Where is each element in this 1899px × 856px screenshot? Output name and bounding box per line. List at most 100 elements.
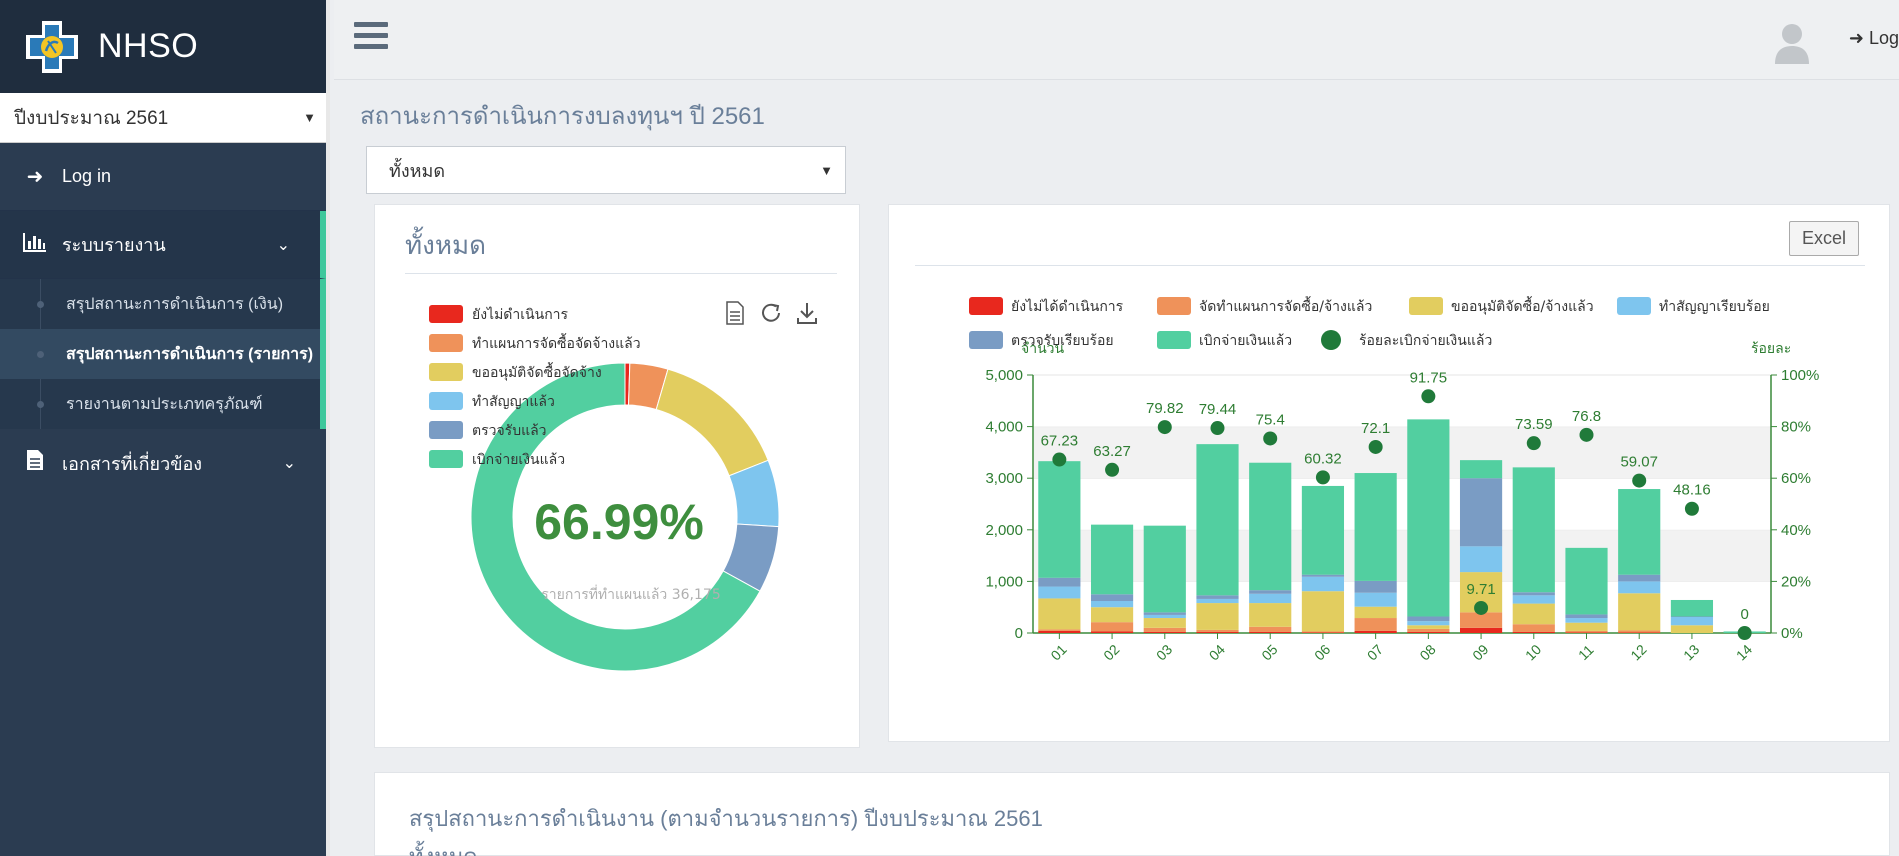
fiscal-year-select[interactable]: ปีงบประมาณ 2561 ▼ bbox=[0, 93, 326, 143]
bar-segment bbox=[1618, 489, 1661, 575]
summary-subtitle: ทั้งหมด bbox=[409, 839, 478, 856]
sidebar-item-status-money[interactable]: สรุปสถานะการดำเนินการ (เงิน) bbox=[0, 279, 320, 329]
x-tick-label: 08 bbox=[1416, 641, 1438, 663]
sidebar-item-reports[interactable]: ระบบรายงาน ⌄ bbox=[0, 211, 326, 279]
legend-swatch bbox=[969, 297, 1003, 315]
legend-label: ทำสัญญาเรียบร้อย bbox=[1659, 299, 1770, 315]
percent-label: 48.16 bbox=[1673, 482, 1711, 499]
legend-swatch bbox=[429, 363, 463, 381]
bar-segment bbox=[1196, 603, 1239, 630]
donut-panel-title: ทั้งหมด bbox=[405, 230, 486, 260]
bar-segment bbox=[1670, 599, 1714, 617]
bar-chart-panel: ยังไม่ได้ดำเนินการ จัดทำแผนการจัดซื้อ/จ้า… bbox=[888, 204, 1890, 742]
sidebar-reports-label: ระบบรายงาน bbox=[62, 235, 166, 255]
bar-segment bbox=[1038, 586, 1081, 599]
legend-swatch bbox=[969, 331, 1003, 349]
x-tick-label: 06 bbox=[1311, 641, 1333, 663]
bar-chart-icon bbox=[20, 231, 50, 259]
legend-label: ขออนุมัติจัดซื้อจัดจ้าง bbox=[472, 362, 602, 381]
percent-label: 59.07 bbox=[1620, 454, 1658, 471]
donut-chart-panel: ทั้งหมด ยังไม่ดำเนินการ ทำแผนการจัดซื้อจั… bbox=[374, 204, 860, 748]
sign-in-icon: ➜ bbox=[1848, 28, 1864, 48]
bar-segment bbox=[1407, 625, 1450, 629]
bar-segment bbox=[1670, 625, 1714, 633]
y-tick-label: 2,000 bbox=[985, 522, 1023, 539]
y-axis-label: จำนวน bbox=[1021, 341, 1064, 357]
y-tick-label: 0 bbox=[1015, 625, 1023, 642]
bar-segment bbox=[1354, 592, 1397, 607]
bar-segment bbox=[1512, 467, 1555, 593]
sidebar: NHSO ปีงบประมาณ 2561 ▼ ➜ Log in ระบบรายง… bbox=[0, 0, 330, 856]
x-tick-label: 11 bbox=[1575, 641, 1597, 663]
x-tick-label: 13 bbox=[1680, 641, 1702, 663]
percent-label: 63.27 bbox=[1093, 443, 1131, 460]
legend-swatch bbox=[429, 305, 463, 323]
bar-segment bbox=[1143, 627, 1186, 632]
bar-segment bbox=[1143, 525, 1186, 613]
bar-segment bbox=[1249, 462, 1292, 591]
summary-title: สรุปสถานะการดำเนินงาน (ตามจำนวนรายการ) ป… bbox=[409, 806, 1043, 831]
x-tick-label: 03 bbox=[1153, 641, 1175, 663]
percent-dot bbox=[1632, 473, 1647, 488]
brand-header[interactable]: NHSO bbox=[0, 0, 326, 93]
legend-label: จัดทำแผนการจัดซื้อ/จ้างแล้ว bbox=[1199, 296, 1372, 315]
bar-segment bbox=[1354, 618, 1397, 631]
bar-segment bbox=[1512, 595, 1555, 604]
y2-tick-label: 60% bbox=[1781, 470, 1811, 487]
bar-segment bbox=[1618, 630, 1661, 633]
user-avatar-icon[interactable] bbox=[1773, 20, 1811, 64]
bar-segment bbox=[1565, 622, 1608, 631]
percent-dot bbox=[1421, 389, 1436, 404]
bar-segment bbox=[1143, 618, 1186, 628]
donut-center-percent: 66.99% bbox=[534, 494, 704, 550]
x-tick-label: 01 bbox=[1047, 641, 1069, 663]
bar-segment bbox=[1196, 631, 1239, 633]
bar-segment bbox=[1301, 591, 1345, 632]
percent-label: 75.4 bbox=[1256, 411, 1285, 428]
x-tick-label: 05 bbox=[1258, 641, 1280, 663]
sidebar-item-status-items[interactable]: สรุปสถานะการดำเนินการ (รายการ) bbox=[0, 329, 320, 379]
bar-segment bbox=[1618, 581, 1661, 594]
sidebar-item-login[interactable]: ➜ Log in bbox=[0, 143, 326, 211]
bar-segment bbox=[1038, 461, 1081, 578]
legend-dot bbox=[1321, 330, 1341, 350]
percent-label: 67.23 bbox=[1041, 433, 1079, 450]
bar-segment bbox=[1459, 460, 1503, 479]
bar-segment bbox=[1354, 606, 1397, 619]
bar-segment bbox=[1090, 622, 1134, 632]
brand-name: NHSO bbox=[98, 27, 199, 65]
bar-segment bbox=[1565, 630, 1608, 633]
hamburger-menu-icon[interactable] bbox=[354, 22, 388, 52]
percent-label: 72.1 bbox=[1361, 420, 1390, 437]
percent-label: 79.82 bbox=[1146, 400, 1184, 417]
bar-segment bbox=[1354, 630, 1397, 633]
sidebar-item-documents[interactable]: เอกสารที่เกี่ยวข้อง ⌄ bbox=[0, 429, 326, 497]
y2-tick-label: 100% bbox=[1781, 367, 1819, 384]
bar-segment bbox=[1565, 632, 1608, 633]
bar-segment bbox=[1249, 631, 1292, 633]
bar-segment bbox=[1512, 592, 1555, 596]
scope-select[interactable]: ทั้งหมด ▼ bbox=[366, 146, 846, 194]
y-tick-label: 4,000 bbox=[985, 419, 1023, 436]
percent-dot bbox=[1315, 470, 1330, 485]
percent-label: 73.59 bbox=[1515, 416, 1553, 433]
sign-in-icon: ➜ bbox=[26, 166, 44, 188]
topbar-login-link[interactable]: ➜ Log bbox=[1849, 28, 1899, 49]
excel-export-button[interactable]: Excel bbox=[1788, 221, 1859, 256]
bar-segment bbox=[1618, 593, 1661, 631]
bar-segment bbox=[1459, 546, 1503, 573]
legend-label: ทำแผนการจัดซื้อจัดจ้างแล้ว bbox=[472, 333, 641, 352]
bar-segment bbox=[1512, 603, 1555, 625]
sidebar-item-equipment-report[interactable]: รายงานตามประเภทครุภัณฑ์ bbox=[0, 379, 320, 429]
nhso-logo-icon bbox=[26, 20, 78, 73]
percent-dot bbox=[1474, 600, 1489, 615]
stacked-bar-chart: ยังไม่ได้ดำเนินการ จัดทำแผนการจัดซื้อ/จ้า… bbox=[969, 296, 1819, 663]
bar-segment bbox=[1407, 631, 1450, 633]
bar-segment bbox=[1301, 631, 1345, 633]
bar-segment bbox=[1407, 616, 1450, 622]
percent-dot bbox=[1263, 431, 1278, 446]
bar-segment bbox=[1301, 485, 1345, 575]
y-tick-label: 1,000 bbox=[985, 573, 1023, 590]
bar-segment bbox=[1512, 631, 1555, 633]
bar-segment bbox=[1196, 595, 1239, 599]
